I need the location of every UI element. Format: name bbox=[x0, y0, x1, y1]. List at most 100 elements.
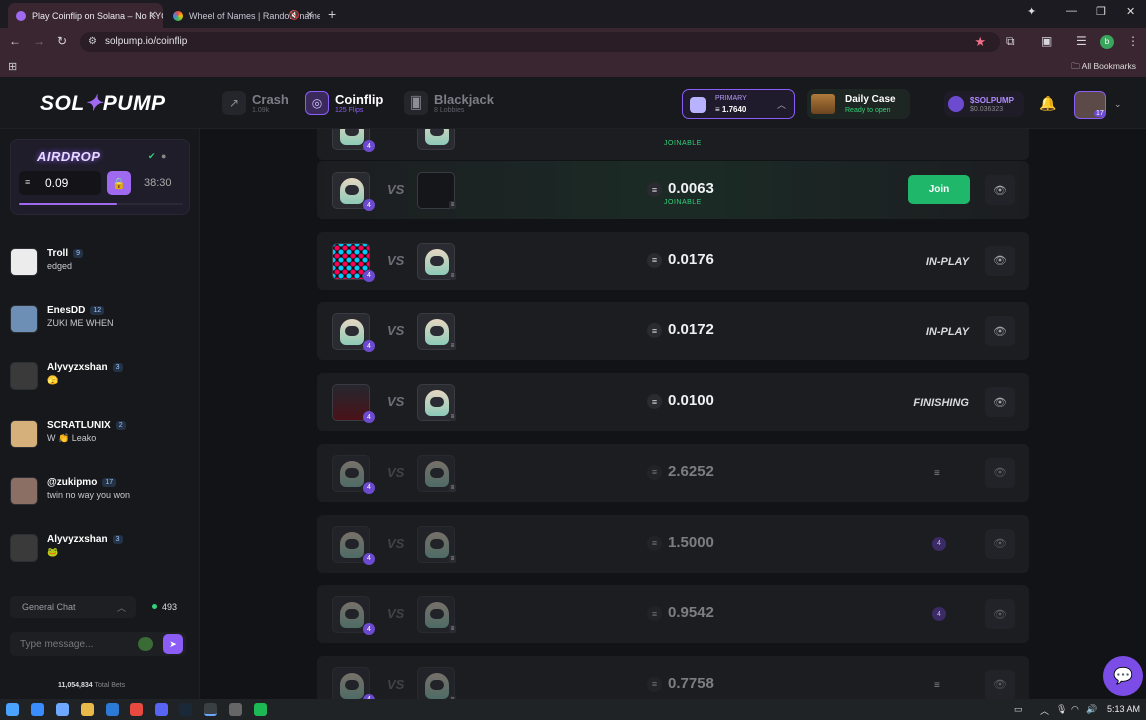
store-icon[interactable] bbox=[106, 703, 119, 716]
chat-avatar[interactable] bbox=[10, 362, 38, 390]
settings-icon[interactable] bbox=[229, 703, 242, 716]
all-bookmarks-button[interactable]: 🗀 All Bookmarks bbox=[1071, 61, 1136, 75]
reload-icon[interactable]: ↻ bbox=[57, 34, 67, 48]
display-icon[interactable]: ▭ bbox=[1014, 704, 1023, 715]
game-row: 4 VS ≡ ≡ 1.5000 4 👁 bbox=[317, 514, 1029, 573]
steam-icon[interactable] bbox=[179, 703, 192, 716]
emoji-picker-icon[interactable] bbox=[138, 637, 153, 651]
taskbar-clock[interactable]: 5:13 AM bbox=[1107, 704, 1140, 714]
back-icon[interactable]: ← bbox=[9, 34, 21, 48]
wifi-icon[interactable]: ◠ bbox=[1071, 704, 1079, 715]
bet-amount: 0.9542 bbox=[668, 604, 714, 622]
tab-coinflip[interactable]: Play Coinflip on Solana – No KYC ✕ bbox=[8, 3, 163, 28]
view-game-eye-icon[interactable]: 👁 bbox=[985, 599, 1015, 630]
new-tab-icon[interactable]: + bbox=[328, 6, 336, 22]
send-icon[interactable]: ➤ bbox=[163, 634, 183, 654]
view-game-eye-icon[interactable]: 👁 bbox=[985, 457, 1015, 488]
chrome-icon[interactable] bbox=[130, 703, 143, 716]
airdrop-progress-bar bbox=[19, 203, 183, 205]
chat-username[interactable]: EnesDD 12 bbox=[47, 305, 105, 316]
opponent-badge: ≡ bbox=[449, 413, 456, 422]
info-icon[interactable]: ● bbox=[161, 151, 166, 161]
profile-avatar[interactable]: b bbox=[1100, 35, 1114, 49]
view-game-eye-icon[interactable]: 👁 bbox=[985, 528, 1015, 559]
chat-username[interactable]: Alyvyzxshan 3 bbox=[47, 362, 123, 373]
chat-avatar[interactable] bbox=[10, 534, 38, 562]
browser-menu-dots-icon[interactable]: ⋮ bbox=[1127, 34, 1139, 48]
discord-icon[interactable] bbox=[155, 703, 168, 716]
token-price-widget[interactable]: $SOLPUMP $0.036323 bbox=[944, 91, 1024, 117]
nav-blackjack[interactable]: 🂠 Blackjack 8 Lobbies bbox=[404, 91, 494, 115]
close-window-icon[interactable]: ✕ bbox=[1126, 5, 1135, 18]
waiting-badge-icon: 4 bbox=[932, 536, 946, 551]
forward-icon[interactable]: → bbox=[33, 34, 45, 48]
vs-label: VS bbox=[387, 323, 405, 339]
chat-input-box: ➤ bbox=[10, 632, 186, 656]
chat-avatar[interactable] bbox=[10, 477, 38, 505]
view-game-eye-icon[interactable]: 👁 bbox=[985, 316, 1015, 347]
online-dot-icon bbox=[152, 604, 157, 609]
player-level-badge: 4 bbox=[363, 199, 375, 211]
extensions-icon[interactable]: ⧉ bbox=[1006, 34, 1015, 49]
tab-search-icon[interactable]: ▣ bbox=[1041, 34, 1052, 48]
chat-avatar[interactable] bbox=[10, 420, 38, 448]
chat-username[interactable]: Troll 9 bbox=[47, 248, 84, 259]
nav-crash[interactable]: ↗ Crash 1.09k bbox=[222, 91, 289, 115]
chat-message: @zukipmo 17 twin no way you won bbox=[10, 477, 195, 509]
microphone-icon[interactable]: 🎙 bbox=[1056, 704, 1067, 715]
game-status: IN-PLAY bbox=[925, 326, 969, 339]
chrome-active-icon[interactable] bbox=[204, 703, 217, 716]
windows-start-icon[interactable] bbox=[6, 703, 19, 716]
tab-wheel-of-names[interactable]: Wheel of Names | Random name picker 🔇 ✕ bbox=[165, 3, 320, 28]
daily-case-button[interactable]: Daily Case Ready to open bbox=[807, 89, 910, 119]
airdrop-claim-button[interactable]: 🔒 bbox=[107, 171, 131, 195]
spotify-icon[interactable] bbox=[254, 703, 267, 716]
notification-bell-icon[interactable]: 🔔 bbox=[1039, 95, 1056, 112]
view-game-eye-icon[interactable]: 👁 bbox=[985, 245, 1015, 276]
task-view-icon[interactable] bbox=[56, 703, 69, 716]
chest-icon bbox=[811, 94, 835, 114]
search-icon[interactable] bbox=[31, 703, 44, 716]
file-explorer-icon[interactable] bbox=[81, 703, 94, 716]
site-info-icon[interactable]: ⚙ bbox=[88, 36, 97, 47]
player-level-badge: 4 bbox=[363, 340, 375, 353]
solpump-logo[interactable]: SOL✦PUMP bbox=[40, 91, 165, 116]
url-text[interactable]: solpump.io/coinflip bbox=[105, 36, 187, 47]
chat-message: Alyvyzxshan 3 🐸 bbox=[10, 534, 195, 566]
chat-username[interactable]: Alyvyzxshan 3 bbox=[47, 534, 123, 545]
logo-right-text: PUMP bbox=[102, 92, 166, 115]
volume-icon[interactable]: 🔊 bbox=[1086, 704, 1097, 715]
media-control-icon[interactable]: ☰ bbox=[1076, 34, 1087, 48]
muted-audio-icon[interactable]: 🔇 bbox=[289, 10, 300, 21]
sparkle-icon[interactable]: ✦ bbox=[1027, 5, 1036, 18]
chat-avatar[interactable] bbox=[10, 305, 38, 333]
close-tab-icon[interactable]: ✕ bbox=[149, 10, 157, 21]
minimize-icon[interactable]: — bbox=[1066, 5, 1077, 17]
waiting-menu-icon: ≡ bbox=[934, 679, 940, 691]
restore-icon[interactable]: ❐ bbox=[1096, 5, 1106, 18]
chat-username[interactable]: @zukipmo 17 bbox=[47, 477, 117, 488]
wallet-balance: ≡ 1.7640 bbox=[715, 105, 747, 114]
chat-avatar[interactable] bbox=[10, 248, 38, 276]
airdrop-amount: 0.09 bbox=[45, 176, 69, 190]
player-avatar[interactable] bbox=[417, 129, 455, 150]
chat-message-input[interactable] bbox=[20, 636, 130, 652]
tray-chevron-icon[interactable]: ︿ bbox=[1040, 704, 1049, 717]
view-game-eye-icon[interactable]: 👁 bbox=[985, 387, 1015, 418]
view-game-eye-icon[interactable]: 👁 bbox=[985, 669, 1015, 699]
nav-coinflip[interactable]: ◎ Coinflip 125 Flips bbox=[305, 91, 383, 115]
player-avatar[interactable] bbox=[332, 666, 370, 699]
chat-username[interactable]: SCRATLUNIX 2 bbox=[47, 420, 126, 431]
view-game-eye-icon[interactable]: 👁 bbox=[985, 175, 1015, 205]
chevron-down-icon[interactable]: ⌄ bbox=[1114, 99, 1122, 110]
bookmark-star-icon[interactable]: ★ bbox=[974, 34, 986, 50]
opponent-avatar[interactable] bbox=[417, 666, 455, 699]
close-tab-icon[interactable]: ✕ bbox=[306, 10, 314, 21]
join-button[interactable]: Join bbox=[908, 175, 970, 204]
chat-channel-select[interactable]: General Chat ︿ bbox=[10, 596, 136, 618]
airdrop-timer: 38:30 bbox=[144, 177, 172, 189]
support-chat-icon[interactable]: 💬 bbox=[1103, 656, 1143, 696]
wallet-selector[interactable]: PRIMARY ≡ 1.7640 ︿ bbox=[682, 89, 795, 119]
apps-grid-icon[interactable]: ⊞ bbox=[8, 60, 17, 73]
address-bar[interactable]: ⚙ solpump.io/coinflip ★ bbox=[80, 32, 1000, 52]
